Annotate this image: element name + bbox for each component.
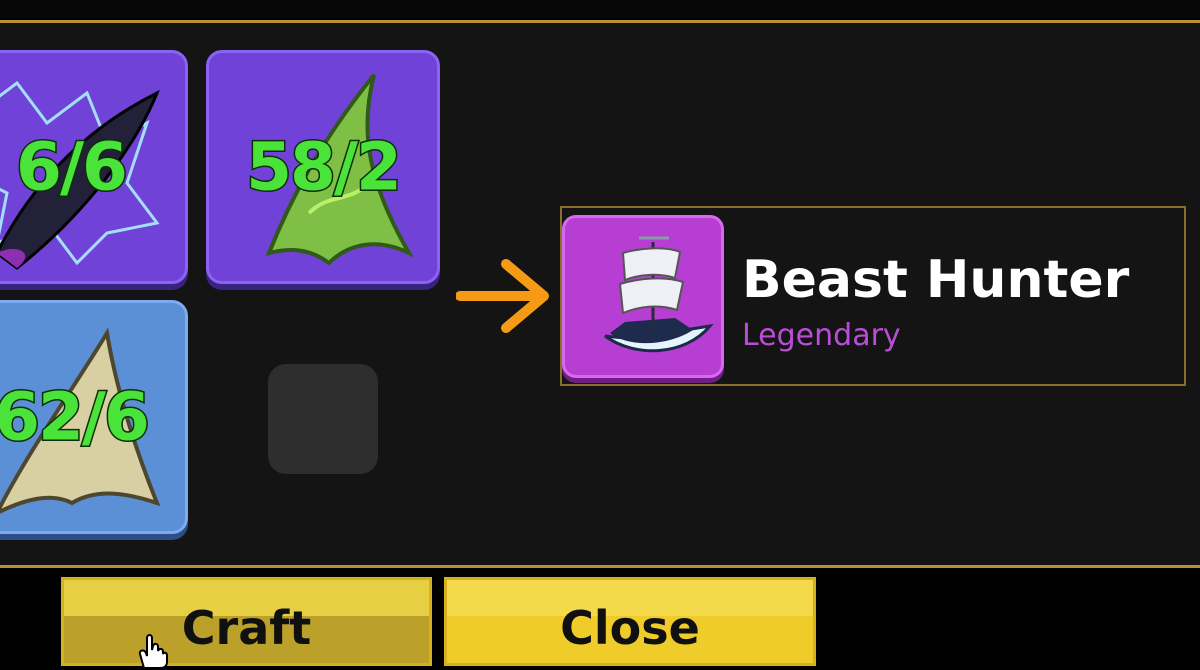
material-count-1: 6/6	[15, 127, 130, 207]
craft-button-label: Craft	[181, 600, 312, 655]
close-button-label: Close	[560, 600, 700, 655]
ship-icon	[604, 236, 714, 353]
result-item-rarity: Legendary	[742, 318, 901, 353]
close-button[interactable]: Close	[444, 577, 816, 666]
material-count-2: 58/2	[245, 127, 404, 207]
material-slot-1[interactable]: 6/6	[0, 50, 188, 284]
material-slot-2[interactable]: 58/2	[206, 50, 440, 284]
craft-button[interactable]: Craft	[61, 577, 432, 666]
empty-material-slot[interactable]	[268, 364, 378, 474]
material-count-3: 62/6	[0, 377, 151, 457]
hand-cursor-icon	[138, 634, 168, 669]
top-strip	[0, 0, 1200, 18]
material-slot-3[interactable]: 62/6	[0, 300, 188, 534]
arrow-right-icon	[456, 259, 549, 333]
result-item-slot[interactable]	[562, 215, 724, 378]
result-item-name: Beast Hunter	[742, 250, 1130, 310]
